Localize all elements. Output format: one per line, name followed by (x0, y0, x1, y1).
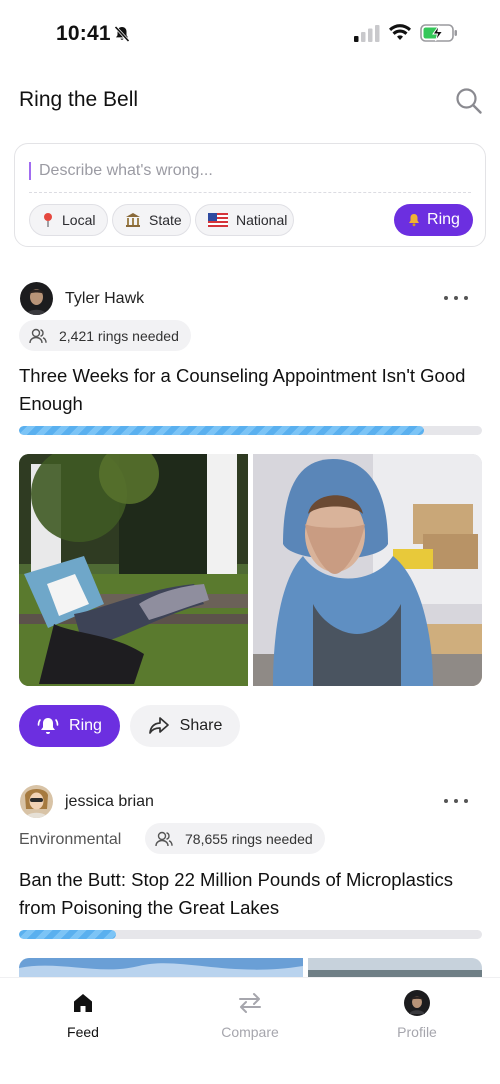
users-icon (155, 831, 173, 847)
share-button[interactable]: Share (130, 705, 240, 747)
battery-charging-icon (420, 24, 457, 42)
bell-ringing-icon (37, 716, 59, 736)
issue-input-placeholder: Describe what's wrong... (39, 162, 213, 179)
bottom-nav: Feed Compare Profile (0, 978, 500, 1084)
avatar[interactable] (20, 785, 53, 818)
share-button-label: Share (179, 717, 223, 734)
rings-needed-text: 2,421 rings needed (59, 327, 179, 344)
scope-chip-label: National (236, 212, 288, 228)
scope-chip-state[interactable]: State (112, 204, 191, 236)
nav-label: Feed (67, 1024, 99, 1040)
avatar[interactable] (20, 282, 53, 315)
compare-arrows-icon (237, 990, 263, 1016)
composer-divider (29, 192, 471, 193)
bell-muted-icon (114, 25, 130, 43)
avatar-icon (404, 990, 430, 1016)
status-time: 10:41 (56, 22, 111, 45)
nav-compare[interactable]: Compare (190, 990, 310, 1040)
rings-needed-badge: 2,421 rings needed (19, 320, 191, 351)
ring-submit-label: Ring (427, 211, 460, 228)
status-bar: 10:41 (0, 0, 500, 70)
wifi-icon (389, 24, 411, 40)
nav-feed[interactable]: Feed (23, 990, 143, 1040)
post-image[interactable] (253, 454, 482, 686)
scope-chip-label: State (149, 212, 182, 228)
ring-progress-fill (19, 426, 425, 435)
page-title: Ring the Bell (19, 88, 139, 111)
bell-icon (407, 213, 421, 227)
author-name[interactable]: Tyler Hawk (65, 290, 144, 308)
share-arrow-icon (148, 716, 170, 736)
scope-chip-label: Local (62, 212, 96, 228)
signal-icon (354, 25, 380, 42)
ring-button-label: Ring (69, 717, 102, 734)
more-options-icon[interactable] (444, 288, 468, 308)
post-title[interactable]: Ban the Butt: Stop 22 Million Pounds of … (19, 866, 479, 922)
ring-submit-button[interactable]: Ring (394, 204, 473, 236)
rings-needed-text: 78,655 rings needed (185, 830, 313, 847)
pin-icon (42, 212, 54, 228)
rings-needed-badge: 78,655 rings needed (145, 823, 325, 854)
category-label: Environmental (19, 831, 122, 848)
issue-input[interactable]: Describe what's wrong... (29, 159, 469, 183)
scope-chip-national[interactable]: National (195, 204, 294, 236)
nav-profile[interactable]: Profile (357, 990, 477, 1040)
more-options-icon[interactable] (444, 791, 468, 811)
text-caret (29, 162, 31, 180)
ring-composer: Describe what's wrong... Local State Nat… (14, 143, 486, 247)
users-icon (29, 328, 47, 344)
capitol-icon (125, 212, 141, 228)
feed-post: Tyler Hawk 2,421 rings needed Three Week… (19, 282, 482, 752)
nav-label: Compare (221, 1024, 279, 1040)
home-icon (70, 990, 96, 1016)
post-title[interactable]: Three Weeks for a Counseling Appointment… (19, 362, 479, 418)
ring-progress-fill (19, 930, 117, 939)
feed-post: jessica brian Environmental 78,655 rings… (19, 785, 482, 1018)
app-header: Ring the Bell (19, 84, 484, 120)
search-icon[interactable] (454, 86, 484, 116)
scope-chip-local[interactable]: Local (29, 204, 108, 236)
post-media[interactable] (19, 454, 482, 686)
nav-label: Profile (397, 1024, 437, 1040)
author-name[interactable]: jessica brian (65, 793, 154, 811)
ring-progress-bar (19, 426, 482, 435)
ring-button[interactable]: Ring (19, 705, 120, 747)
us-flag-icon (208, 213, 228, 227)
post-image[interactable] (19, 454, 248, 686)
ring-progress-bar (19, 930, 482, 939)
